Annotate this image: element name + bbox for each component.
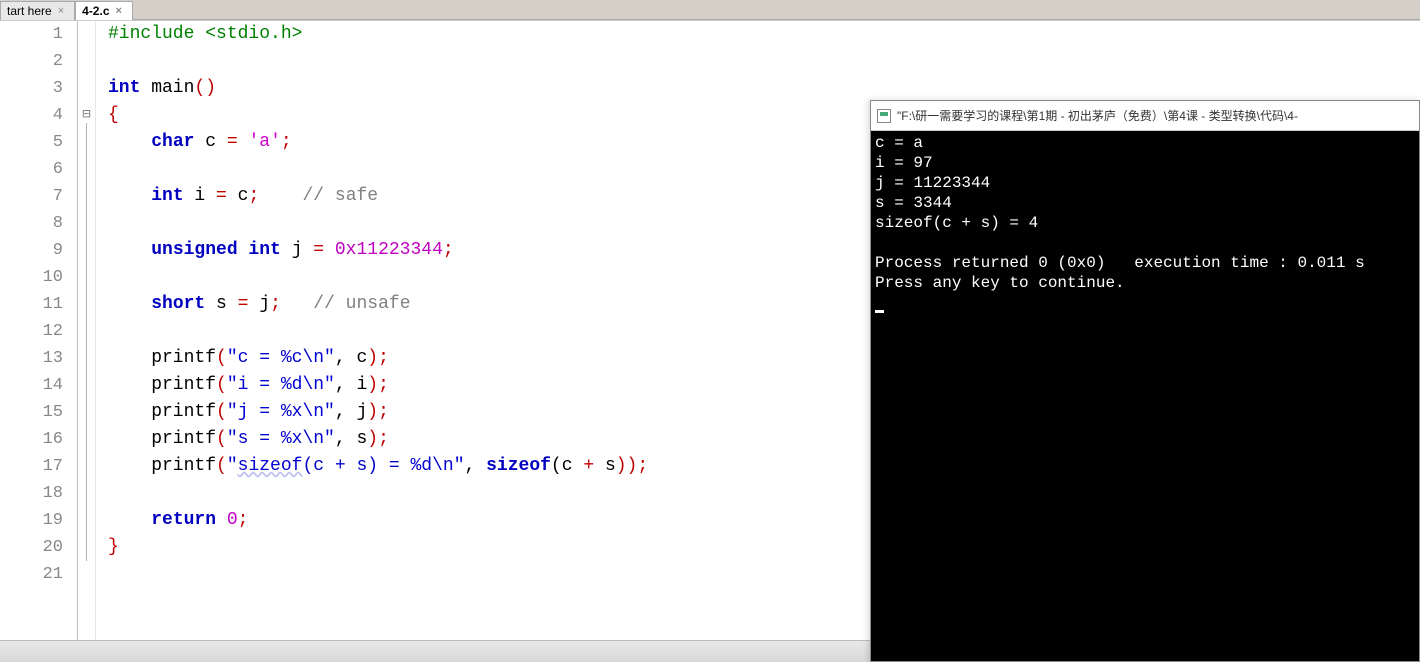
line-number: 6 xyxy=(0,156,63,183)
app-icon xyxy=(877,109,891,123)
line-number: 3 xyxy=(0,75,63,102)
tab-label: tart here xyxy=(7,4,52,18)
line-number: 12 xyxy=(0,318,63,345)
close-icon[interactable]: × xyxy=(56,5,66,17)
line-number: 1 xyxy=(0,21,63,48)
console-title-text: "F:\研一需要学习的课程\第1期 - 初出茅庐（免费）\第4课 - 类型转换\… xyxy=(897,107,1298,124)
line-number: 17 xyxy=(0,453,63,480)
tab-bar: tart here × 4-2.c × xyxy=(0,0,1420,20)
line-number: 20 xyxy=(0,534,63,561)
line-number: 15 xyxy=(0,399,63,426)
fold-spacer xyxy=(78,21,95,48)
line-number: 7 xyxy=(0,183,63,210)
line-number: 8 xyxy=(0,210,63,237)
console-window[interactable]: "F:\研一需要学习的课程\第1期 - 初出茅庐（免费）\第4课 - 类型转换\… xyxy=(870,100,1420,662)
line-number: 11 xyxy=(0,291,63,318)
code-line[interactable] xyxy=(108,48,1420,75)
line-number: 4 xyxy=(0,102,63,129)
console-output[interactable]: c = a i = 97 j = 11223344 s = 3344 sizeo… xyxy=(871,131,1419,661)
line-number: 13 xyxy=(0,345,63,372)
console-titlebar[interactable]: "F:\研一需要学习的课程\第1期 - 初出茅庐（免费）\第4课 - 类型转换\… xyxy=(871,101,1419,131)
line-number: 2 xyxy=(0,48,63,75)
line-number: 14 xyxy=(0,372,63,399)
line-number: 5 xyxy=(0,129,63,156)
fold-column: ⊟ xyxy=(78,21,96,640)
fold-spacer xyxy=(78,48,95,75)
line-number: 10 xyxy=(0,264,63,291)
tab-label: 4-2.c xyxy=(82,4,109,18)
close-icon[interactable]: × xyxy=(114,5,124,17)
tab-start-here[interactable]: tart here × xyxy=(0,1,75,20)
line-number: 21 xyxy=(0,561,63,588)
line-number: 18 xyxy=(0,480,63,507)
cursor xyxy=(875,310,884,313)
code-line[interactable]: #include <stdio.h> xyxy=(108,21,1420,48)
fold-spacer xyxy=(78,561,95,588)
line-number: 19 xyxy=(0,507,63,534)
line-number-gutter: 123456789101112131415161718192021 xyxy=(0,21,78,640)
line-number: 9 xyxy=(0,237,63,264)
tab-4-2-c[interactable]: 4-2.c × xyxy=(75,1,133,20)
code-line[interactable]: int main() xyxy=(108,75,1420,102)
fold-spacer xyxy=(78,75,95,102)
line-number: 16 xyxy=(0,426,63,453)
